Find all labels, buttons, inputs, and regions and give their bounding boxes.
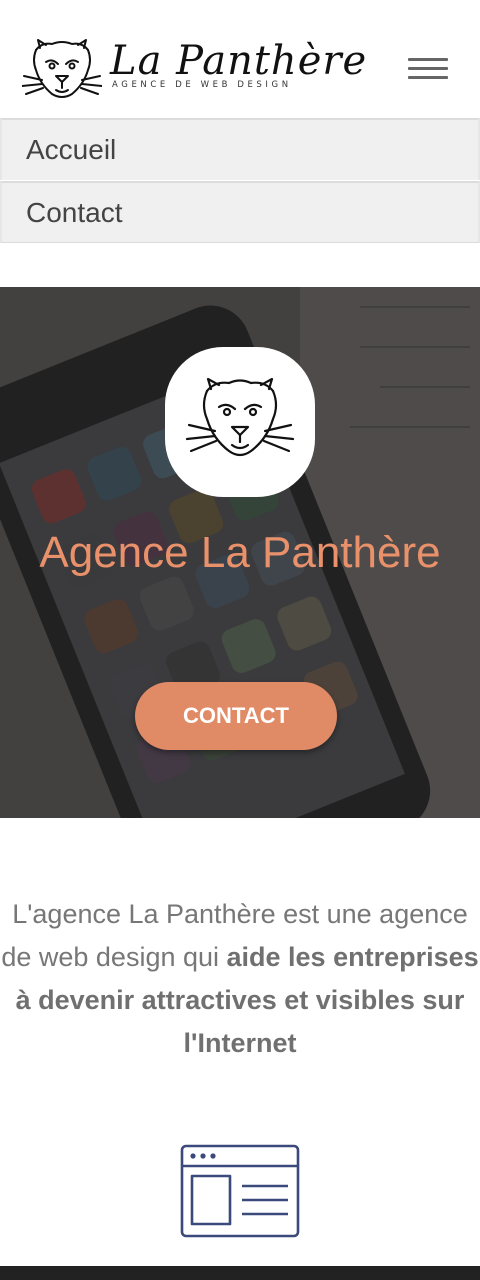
contact-button[interactable]: CONTACT bbox=[135, 682, 337, 750]
site-logo[interactable]: La Panthère AGENCE DE WEB DESIGN bbox=[22, 36, 366, 106]
panther-head-icon bbox=[22, 39, 102, 98]
brand-tagline: AGENCE DE WEB DESIGN bbox=[112, 80, 292, 90]
intro-text: L'agence La Panthère est une agence de w… bbox=[0, 893, 480, 1065]
panther-head-icon bbox=[185, 377, 295, 457]
hero-title: Agence La Panthère bbox=[39, 528, 441, 577]
hero-logo bbox=[165, 347, 315, 497]
hero-section: Agence La Panthère CONTACT bbox=[0, 287, 480, 818]
brand-name: La Panthère bbox=[110, 38, 368, 84]
footer-bar bbox=[0, 1266, 480, 1280]
main-nav: Accueil Contact bbox=[0, 118, 480, 244]
site-header: La Panthère AGENCE DE WEB DESIGN bbox=[0, 0, 480, 118]
nav-item-contact[interactable]: Contact bbox=[0, 181, 480, 243]
browser-window-icon bbox=[180, 1144, 300, 1238]
hamburger-icon[interactable] bbox=[408, 58, 450, 80]
nav-item-accueil[interactable]: Accueil bbox=[0, 118, 480, 180]
